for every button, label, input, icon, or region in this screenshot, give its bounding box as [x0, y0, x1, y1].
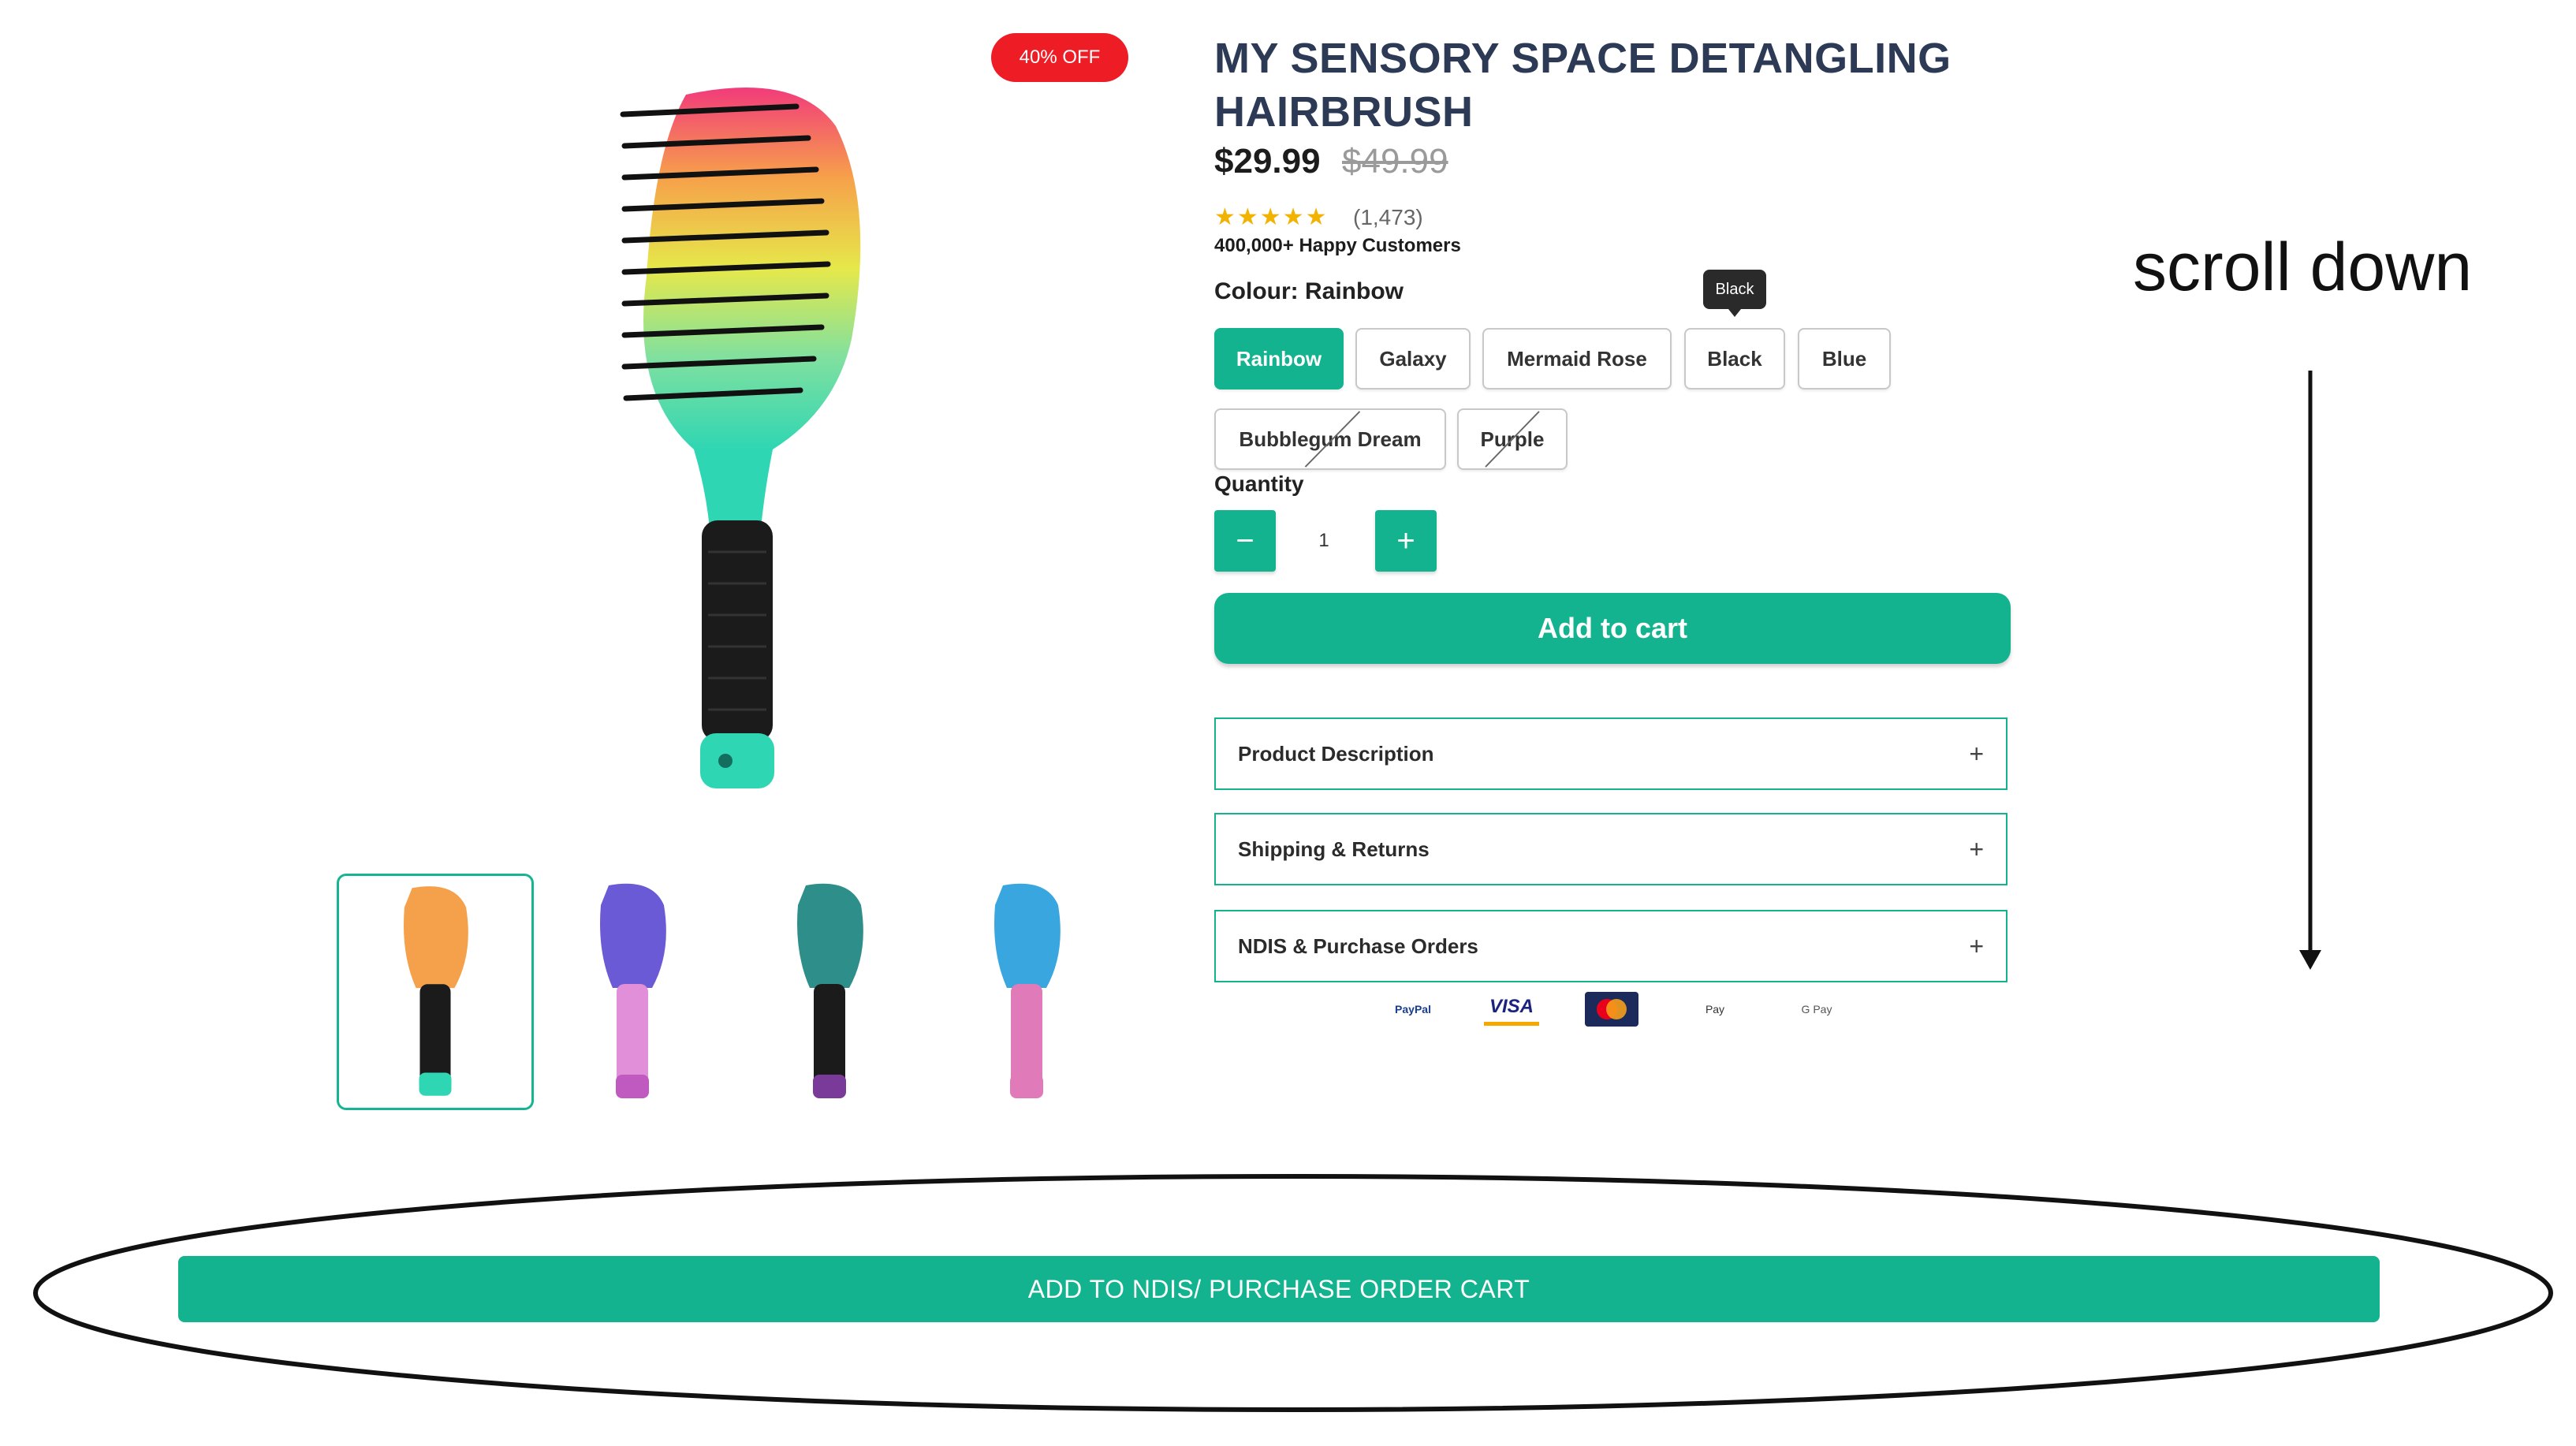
colour-label: Colour: Rainbow	[1214, 278, 1404, 304]
accordion-label: NDIS & Purchase Orders	[1238, 934, 1478, 958]
original-price: $49.99	[1342, 142, 1448, 181]
review-count[interactable]: (1,473)	[1353, 205, 1423, 230]
paypal-icon: PayPal	[1395, 1003, 1431, 1016]
thumbnail-galaxy[interactable]	[534, 874, 731, 1110]
colour-option-bubblegum-dream[interactable]: Bubblegum Dream	[1214, 408, 1446, 470]
colour-selected-value: Rainbow	[1304, 278, 1404, 304]
plus-icon: +	[1969, 739, 1984, 768]
quantity-label: Quantity	[1214, 471, 1304, 496]
discount-badge: 40% OFF	[991, 33, 1128, 82]
unavailable-strike-icon	[1304, 411, 1361, 468]
accordion-label: Shipping & Returns	[1238, 837, 1430, 861]
apple-pay-icon: Pay	[1705, 1003, 1725, 1016]
visa-icon: VISA	[1484, 992, 1539, 1026]
colour-option-blue[interactable]: Blue	[1798, 328, 1891, 389]
accordion-label: Product Description	[1238, 741, 1434, 766]
thumbnail-blue[interactable]	[928, 874, 1125, 1110]
colour-option-black[interactable]: Black	[1684, 328, 1785, 389]
colour-option-rainbow[interactable]: Rainbow	[1214, 328, 1344, 389]
accordion-ndis-purchase-orders[interactable]: NDIS & Purchase Orders +	[1214, 910, 2007, 982]
happy-customers-text: 400,000+ Happy Customers	[1214, 235, 1461, 256]
quantity-decrease-button[interactable]: −	[1214, 510, 1276, 572]
quantity-increase-button[interactable]: +	[1375, 510, 1437, 572]
colour-option-galaxy[interactable]: Galaxy	[1355, 328, 1471, 389]
colour-option-mermaid-rose[interactable]: Mermaid Rose	[1482, 328, 1672, 389]
accordion-product-description[interactable]: Product Description +	[1214, 717, 2007, 790]
unavailable-strike-icon	[1485, 411, 1540, 468]
colour-option-purple[interactable]: Purple	[1457, 408, 1568, 470]
arrow-down-icon	[2299, 371, 2321, 970]
sale-price: $29.99	[1214, 142, 1321, 181]
main-product-image	[615, 79, 899, 796]
accordion-shipping-returns[interactable]: Shipping & Returns +	[1214, 813, 2007, 885]
quantity-input[interactable]: 1	[1277, 510, 1370, 572]
thumbnail-mermaid-rose[interactable]	[731, 874, 928, 1110]
plus-icon: +	[1969, 834, 1984, 863]
thumbnail-rainbow[interactable]	[337, 874, 534, 1110]
add-to-cart-button[interactable]: Add to cart	[1214, 593, 2011, 664]
add-to-ndis-purchase-order-cart-button[interactable]: ADD TO NDIS/ PURCHASE ORDER CART	[178, 1256, 2380, 1322]
colour-tooltip: Black	[1703, 270, 1766, 317]
mastercard-icon	[1585, 992, 1638, 1027]
rating-stars-icon: ★★★★★	[1214, 204, 1329, 230]
product-title: MY SENSORY SPACE DETANGLING HAIRBRUSH	[1214, 35, 1952, 136]
plus-icon: +	[1969, 931, 1984, 960]
scroll-down-annotation: scroll down	[2133, 229, 2473, 305]
google-pay-icon: G Pay	[1801, 1003, 1832, 1016]
